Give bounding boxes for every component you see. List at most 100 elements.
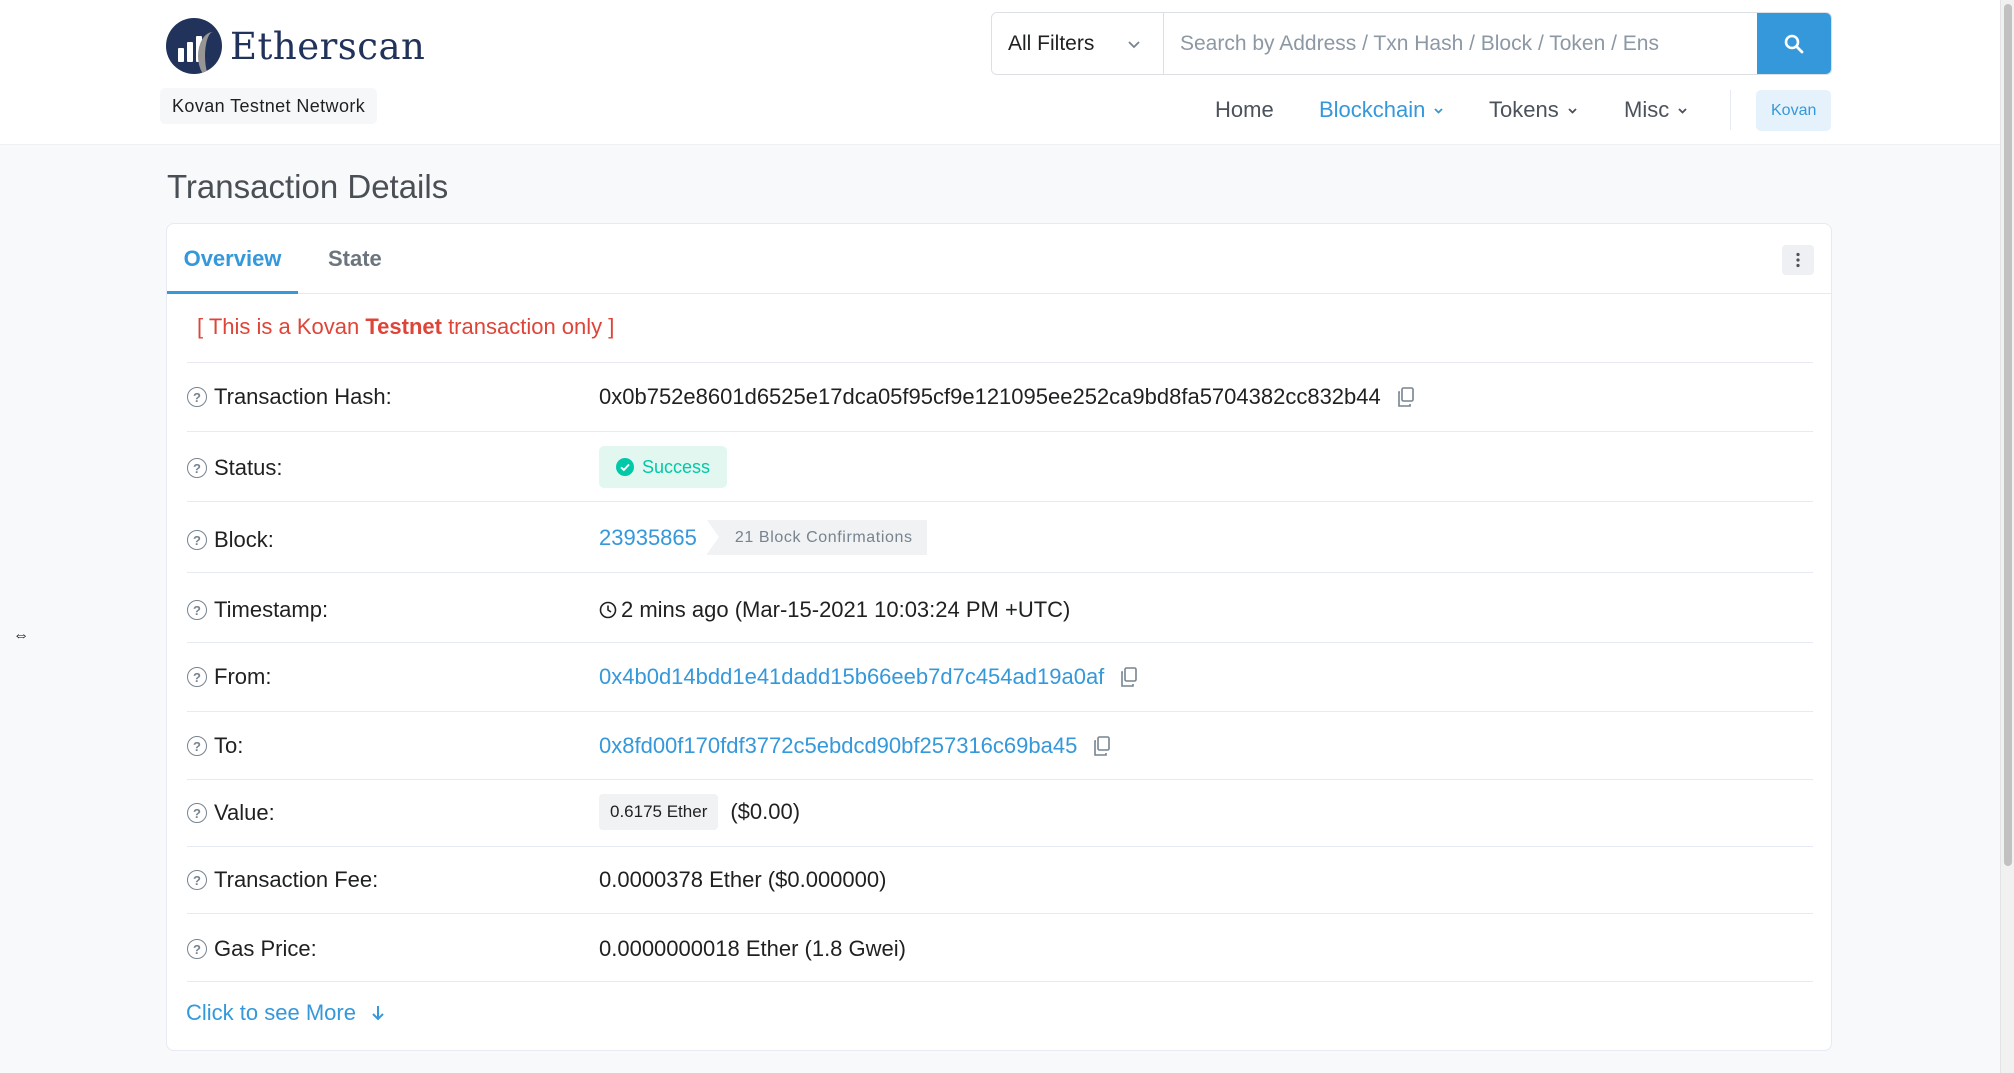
search-bar: All Filters bbox=[991, 12, 1832, 75]
row-label: ? To: bbox=[187, 733, 243, 759]
resize-cursor-icon: ⇔ bbox=[13, 627, 29, 644]
nav-misc-label: Misc bbox=[1624, 97, 1670, 122]
clock-icon bbox=[599, 601, 617, 619]
transaction-hash: 0x0b752e8601d6525e17dca05f95cf9e121095ee… bbox=[599, 384, 1381, 409]
label-text: Transaction Hash: bbox=[214, 384, 392, 409]
row-value: 2 mins ago (Mar-15-2021 10:03:24 PM +UTC… bbox=[599, 597, 1070, 623]
network-switcher[interactable]: Kovan bbox=[1756, 90, 1832, 131]
label-text: Status: bbox=[214, 455, 283, 480]
confirmations-badge: 21 Block Confirmations bbox=[706, 520, 927, 555]
usd-value: ($0.00) bbox=[730, 799, 801, 824]
chevron-down-icon bbox=[1128, 41, 1140, 49]
scrollbar-thumb[interactable] bbox=[2004, 4, 2012, 866]
row-value: 0x0b752e8601d6525e17dca05f95cf9e121095ee… bbox=[599, 384, 1415, 410]
testnet-notice-suffix: transaction only ] bbox=[441, 314, 615, 339]
from-address-link[interactable]: 0x4b0d14bdd1e41dadd15b66eeb7d7c454ad19a0… bbox=[599, 664, 1104, 690]
tab-bar: Overview State bbox=[167, 224, 1831, 294]
label-text: Timestamp: bbox=[214, 597, 329, 622]
to-address-link[interactable]: 0x8fd00f170fdf3772c5ebdcd90bf257316c69ba… bbox=[599, 733, 1077, 759]
row-value: 0x8fd00f170fdf3772c5ebdcd90bf257316c69ba… bbox=[599, 733, 1111, 759]
nav-home-label: Home bbox=[1215, 97, 1274, 122]
testnet-notice-emphasis: Testnet bbox=[365, 314, 442, 339]
timestamp-text: 2 mins ago (Mar-15-2021 10:03:24 PM +UTC… bbox=[621, 597, 1071, 622]
see-more-label: Click to see More bbox=[186, 1000, 356, 1025]
label-text: Gas Price: bbox=[214, 936, 317, 961]
nav-divider bbox=[1730, 90, 1731, 130]
site-header: Etherscan Kovan Testnet Network All Filt… bbox=[0, 0, 2000, 145]
help-icon[interactable]: ? bbox=[187, 530, 207, 550]
row-value: Success bbox=[599, 446, 728, 488]
row-label: ? Block: bbox=[187, 527, 274, 553]
copy-icon[interactable] bbox=[1397, 387, 1415, 407]
row-value: 23935865 21 Block Confirmations bbox=[599, 520, 927, 555]
block-link[interactable]: 23935865 bbox=[599, 525, 697, 551]
nav-blockchain[interactable]: Blockchain bbox=[1319, 94, 1444, 126]
label-text: To: bbox=[214, 733, 244, 758]
row-label: ? Status: bbox=[187, 455, 282, 481]
help-icon[interactable]: ? bbox=[187, 600, 207, 620]
search-icon bbox=[1784, 34, 1804, 53]
page-title: Transaction Details bbox=[167, 168, 449, 205]
row-gas-price: ? Gas Price: 0.0000000018 Ether (1.8 Gwe… bbox=[187, 913, 1813, 982]
help-icon[interactable]: ? bbox=[187, 939, 207, 959]
network-badge: Kovan Testnet Network bbox=[160, 88, 378, 124]
details-list: ? Transaction Hash: 0x0b752e8601d6525e17… bbox=[187, 362, 1813, 982]
ether-amount-badge: 0.6175 Ether bbox=[599, 794, 719, 830]
status-text: Success bbox=[642, 456, 711, 477]
help-icon[interactable]: ? bbox=[187, 387, 207, 407]
help-icon[interactable]: ? bbox=[187, 736, 207, 756]
label-text: Value: bbox=[214, 800, 275, 825]
logo-text: Etherscan bbox=[230, 24, 426, 68]
etherscan-logo[interactable]: Etherscan bbox=[166, 18, 425, 74]
help-icon[interactable]: ? bbox=[187, 667, 207, 687]
see-more-link[interactable]: Click to see More bbox=[186, 1000, 386, 1026]
row-value: 0.0000378 Ether ($0.000000) bbox=[599, 867, 886, 893]
nav-tokens-label: Tokens bbox=[1489, 97, 1559, 122]
transaction-card: Overview State [ This is a Kovan Testnet… bbox=[166, 223, 1832, 1051]
logo-icon bbox=[166, 18, 222, 74]
nav-blockchain-label: Blockchain bbox=[1319, 97, 1426, 122]
fee-value: 0.0000378 Ether ($0.000000) bbox=[599, 867, 887, 892]
search-button[interactable] bbox=[1757, 13, 1831, 74]
row-value: 0.6175 Ether ($0.00) bbox=[599, 794, 800, 830]
nav-home[interactable]: Home bbox=[1215, 94, 1274, 126]
search-input[interactable] bbox=[1164, 13, 1757, 74]
testnet-notice: [ This is a Kovan Testnet transaction on… bbox=[197, 314, 614, 340]
tab-state[interactable]: State bbox=[328, 224, 382, 294]
row-status: ? Status: Success bbox=[187, 431, 1813, 501]
check-circle-icon bbox=[616, 458, 634, 476]
row-value: 0x4b0d14bdd1e41dadd15b66eeb7d7c454ad19a0… bbox=[599, 664, 1138, 690]
row-label: ? From: bbox=[187, 664, 271, 690]
copy-icon[interactable] bbox=[1120, 667, 1138, 687]
more-vertical-icon bbox=[1796, 252, 1800, 268]
more-options-button[interactable] bbox=[1782, 245, 1814, 275]
copy-icon[interactable] bbox=[1093, 736, 1111, 756]
tab-overview[interactable]: Overview bbox=[167, 224, 298, 294]
row-label: ? Value: bbox=[187, 800, 275, 826]
help-icon[interactable]: ? bbox=[187, 803, 207, 823]
row-value-amount: ? Value: 0.6175 Ether ($0.00) bbox=[187, 779, 1813, 846]
row-timestamp: ? Timestamp: 2 mins ago (Mar-15-2021 10:… bbox=[187, 572, 1813, 642]
help-icon[interactable]: ? bbox=[187, 870, 207, 890]
label-text: Block: bbox=[214, 527, 274, 552]
row-from: ? From: 0x4b0d14bdd1e41dadd15b66eeb7d7c4… bbox=[187, 642, 1813, 711]
row-block: ? Block: 23935865 21 Block Confirmations bbox=[187, 501, 1813, 572]
chevron-down-icon bbox=[1568, 107, 1577, 114]
label-text: Transaction Fee: bbox=[214, 867, 379, 892]
nav-misc[interactable]: Misc bbox=[1624, 94, 1688, 126]
row-label: ? Transaction Fee: bbox=[187, 867, 378, 893]
row-value: 0.0000000018 Ether (1.8 Gwei) bbox=[599, 936, 906, 962]
filter-select[interactable]: All Filters bbox=[992, 13, 1164, 74]
main-nav: Home Blockchain Tokens Misc Kovan bbox=[1200, 90, 1840, 131]
row-label: ? Timestamp: bbox=[187, 597, 328, 623]
nav-tokens[interactable]: Tokens bbox=[1489, 94, 1578, 126]
row-transaction-fee: ? Transaction Fee: 0.0000378 Ether ($0.0… bbox=[187, 846, 1813, 913]
testnet-notice-prefix: [ This is a Kovan bbox=[197, 314, 366, 339]
gas-price-value: 0.0000000018 Ether (1.8 Gwei) bbox=[599, 936, 906, 961]
chevron-down-icon bbox=[1678, 107, 1687, 114]
row-to: ? To: 0x8fd00f170fdf3772c5ebdcd90bf25731… bbox=[187, 711, 1813, 779]
arrow-down-icon bbox=[372, 1006, 384, 1021]
help-icon[interactable]: ? bbox=[187, 458, 207, 478]
chevron-down-icon bbox=[1434, 107, 1444, 114]
scrollbar[interactable] bbox=[2000, 0, 2014, 1073]
